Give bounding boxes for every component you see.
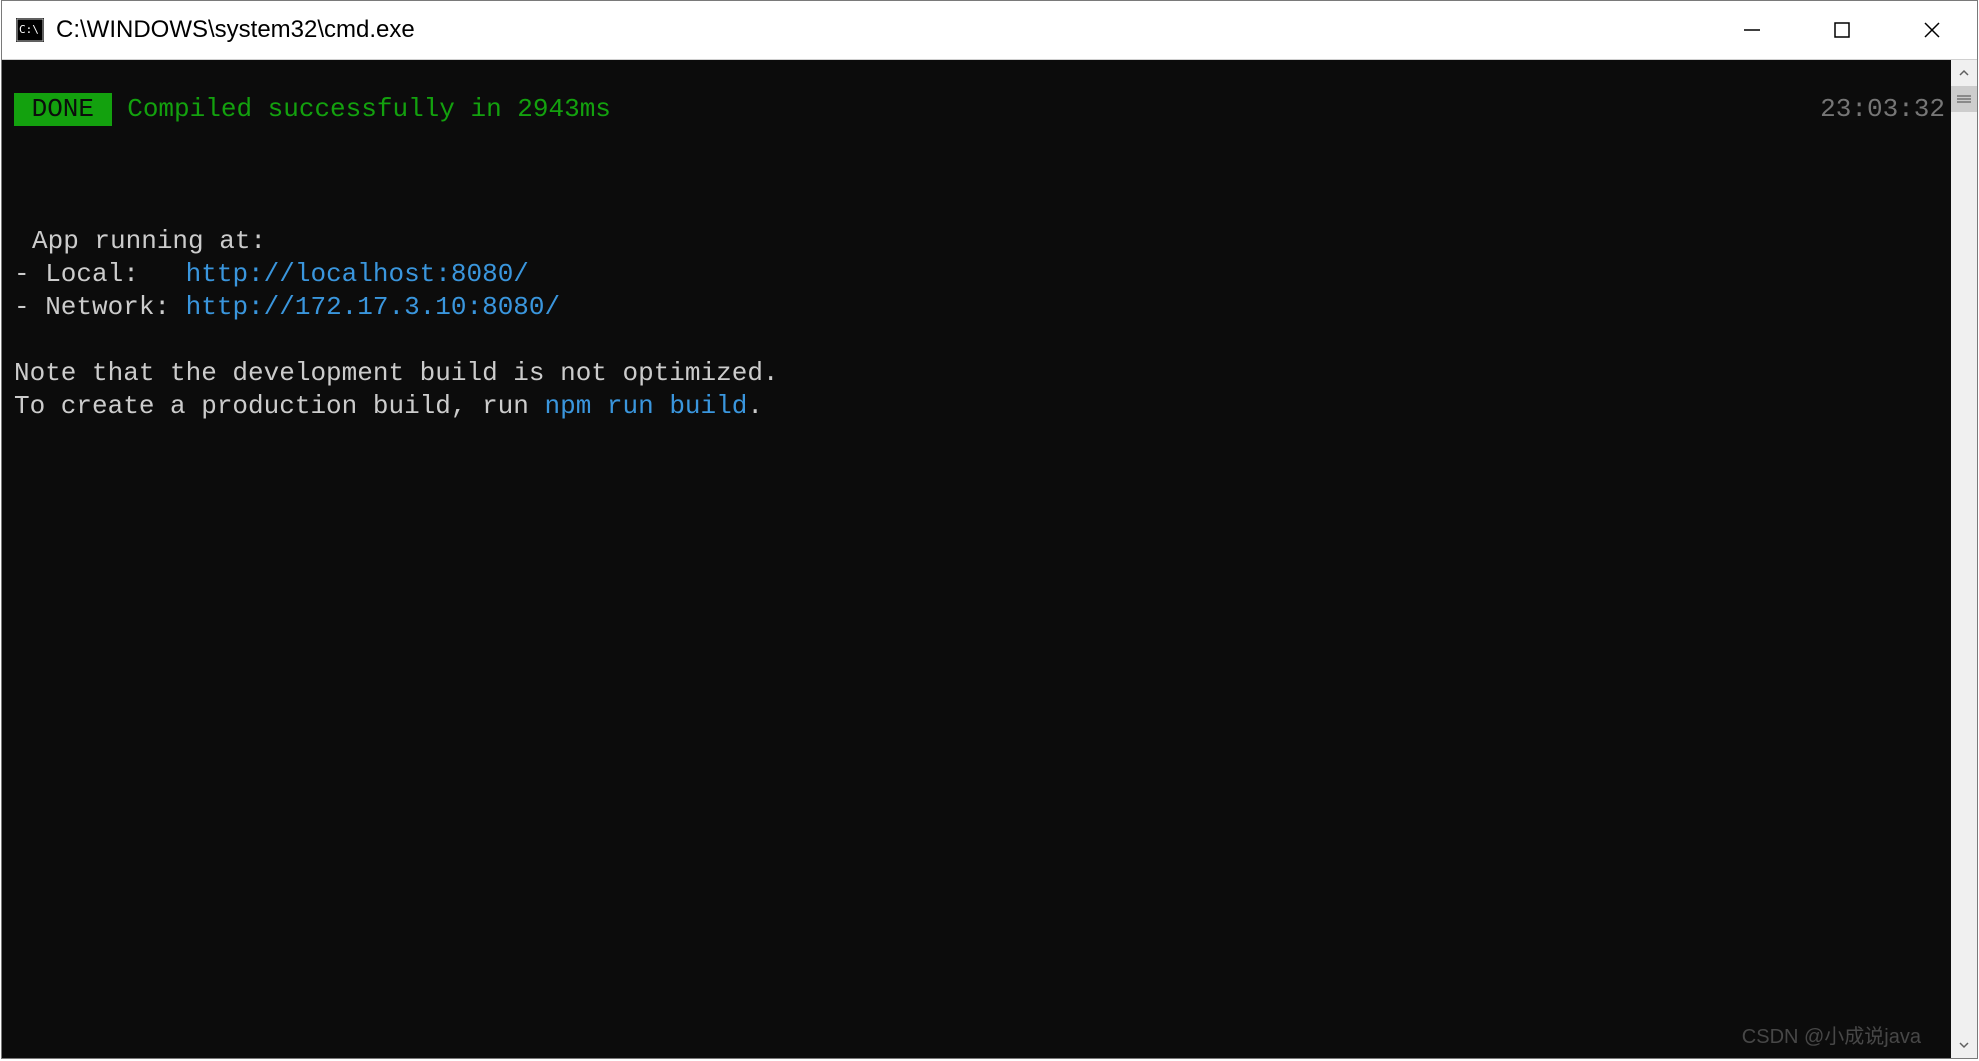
status-timestamp: 23:03:32 (1820, 93, 1951, 126)
status-badge: DONE (14, 93, 112, 126)
scroll-down-arrow-icon[interactable] (1951, 1032, 1977, 1058)
cmd-window: C:\ C:\WINDOWS\system32\cmd.exe DONE Com… (1, 0, 1978, 1059)
note-npm-cmd: npm run build (545, 391, 748, 421)
terminal-output[interactable]: DONE Compiled successfully in 2943ms 23:0… (2, 60, 1951, 1058)
maximize-button[interactable] (1797, 1, 1887, 59)
window-title: C:\WINDOWS\system32\cmd.exe (56, 16, 415, 44)
client-area: DONE Compiled successfully in 2943ms 23:0… (2, 60, 1977, 1058)
window-controls (1707, 1, 1977, 59)
network-url[interactable]: http://172.17.3.10:8080/ (186, 292, 560, 322)
network-prefix: - Network: (14, 292, 186, 322)
cmd-icon: C:\ (8, 10, 52, 50)
close-button[interactable] (1887, 1, 1977, 59)
scroll-up-arrow-icon[interactable] (1951, 60, 1977, 86)
title-bar[interactable]: C:\ C:\WINDOWS\system32\cmd.exe (2, 1, 1977, 60)
scroll-track[interactable] (1951, 86, 1977, 1032)
running-at-label: App running at: (32, 226, 266, 256)
svg-text:C:\: C:\ (19, 23, 39, 36)
watermark: CSDN @小成说java (1742, 1021, 1921, 1054)
note-line-1: Note that the development build is not o… (14, 358, 779, 388)
note-line-2-post: . (747, 391, 763, 421)
local-prefix: - Local: (14, 259, 186, 289)
scroll-thumb[interactable] (1951, 86, 1977, 112)
local-url[interactable]: http://localhost:8080/ (186, 259, 529, 289)
vertical-scrollbar[interactable] (1951, 60, 1977, 1058)
minimize-button[interactable] (1707, 1, 1797, 59)
status-message: Compiled successfully in 2943ms (112, 93, 611, 126)
note-line-2-pre: To create a production build, run (14, 391, 545, 421)
